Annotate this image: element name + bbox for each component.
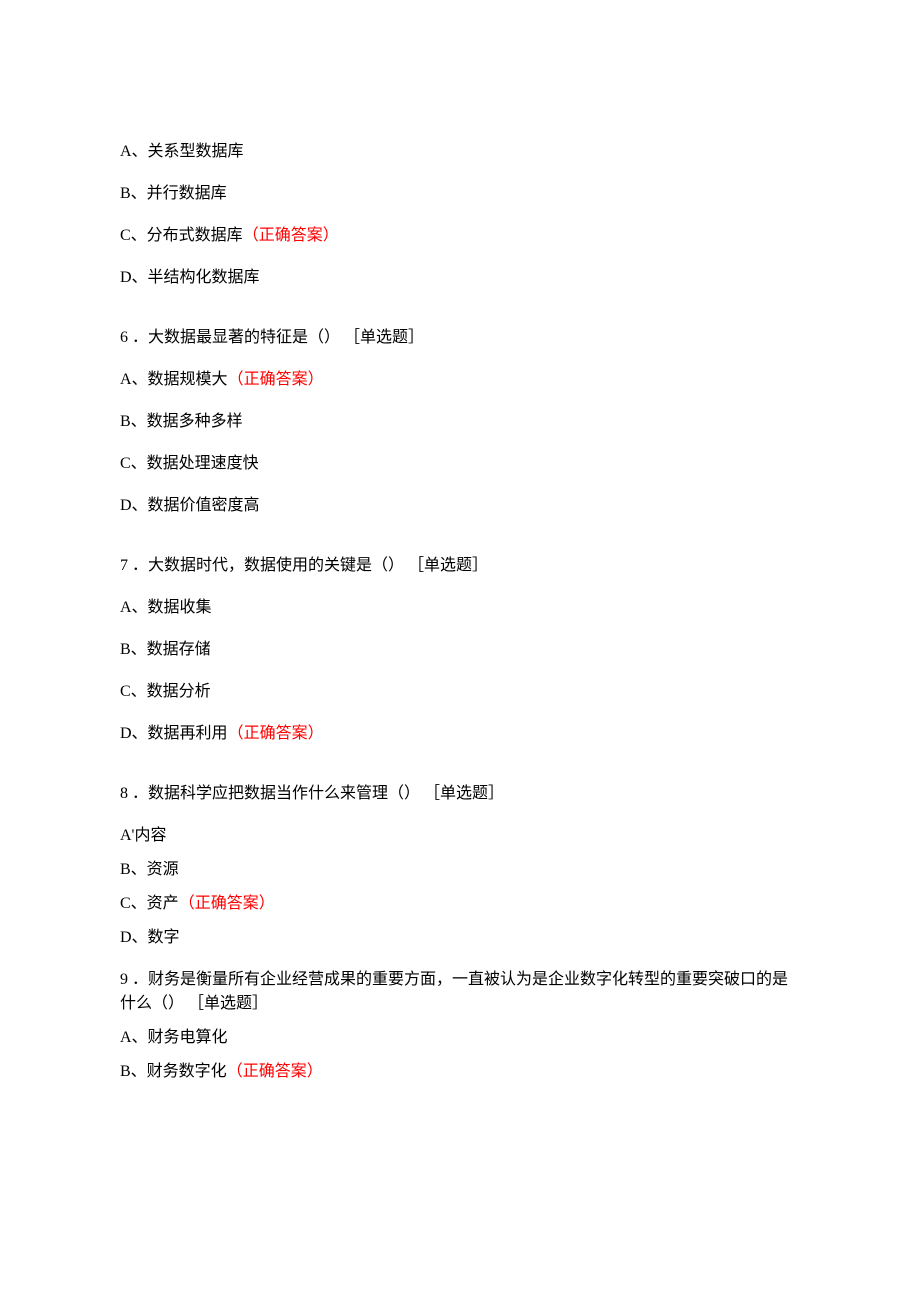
q5-option-c-text: C、分布式数据库	[120, 227, 243, 244]
q8-option-d: D、数字	[120, 926, 800, 950]
correct-answer-label: （正确答案）	[227, 1063, 323, 1080]
q9-option-b-text: B、财务数字化	[120, 1063, 227, 1080]
q6-option-d: D、数据价值密度高	[120, 494, 800, 518]
q9-stem: 9 ．财务是衡量所有企业经营成果的重要方面，一直被认为是企业数字化转型的重要突破…	[120, 968, 800, 1016]
q8-option-b: B、资源	[120, 858, 800, 882]
q7-option-d: D、数据再利用（正确答案）	[120, 722, 800, 746]
q5-option-d: D、半结构化数据库	[120, 266, 800, 290]
correct-answer-label: （正确答案）	[179, 895, 275, 912]
q8-option-a: A'内容	[120, 824, 800, 848]
q8-stem: 8 ．数据科学应把数据当作什么来管理（） ［单选题］	[120, 782, 800, 806]
q6-option-a: A、数据规模大（正确答案）	[120, 368, 800, 392]
q8-option-c: C、资产（正确答案）	[120, 892, 800, 916]
q5-option-b: B、并行数据库	[120, 182, 800, 206]
q7-option-b: B、数据存储	[120, 638, 800, 662]
q6-stem: 6 ．大数据最显著的特征是（） ［单选题］	[120, 326, 800, 350]
q8-option-c-text: C、资产	[120, 895, 179, 912]
q6-option-b: B、数据多种多样	[120, 410, 800, 434]
correct-answer-label: （正确答案）	[228, 725, 324, 742]
correct-answer-label: （正确答案）	[228, 371, 324, 388]
q9-option-b: B、财务数字化（正确答案）	[120, 1060, 800, 1084]
q7-option-a: A、数据收集	[120, 596, 800, 620]
q9-option-a: A、财务电算化	[120, 1026, 800, 1050]
document-page: A、关系型数据库 B、并行数据库 C、分布式数据库（正确答案） D、半结构化数据…	[0, 0, 920, 1194]
q7-option-c: C、数据分析	[120, 680, 800, 704]
q7-stem: 7 ．大数据时代，数据使用的关键是（） ［单选题］	[120, 554, 800, 578]
correct-answer-label: （正确答案）	[243, 227, 339, 244]
q5-option-a: A、关系型数据库	[120, 140, 800, 164]
q5-option-c: C、分布式数据库（正确答案）	[120, 224, 800, 248]
q6-option-a-text: A、数据规模大	[120, 371, 228, 388]
q6-option-c: C、数据处理速度快	[120, 452, 800, 476]
q7-option-d-text: D、数据再利用	[120, 725, 228, 742]
